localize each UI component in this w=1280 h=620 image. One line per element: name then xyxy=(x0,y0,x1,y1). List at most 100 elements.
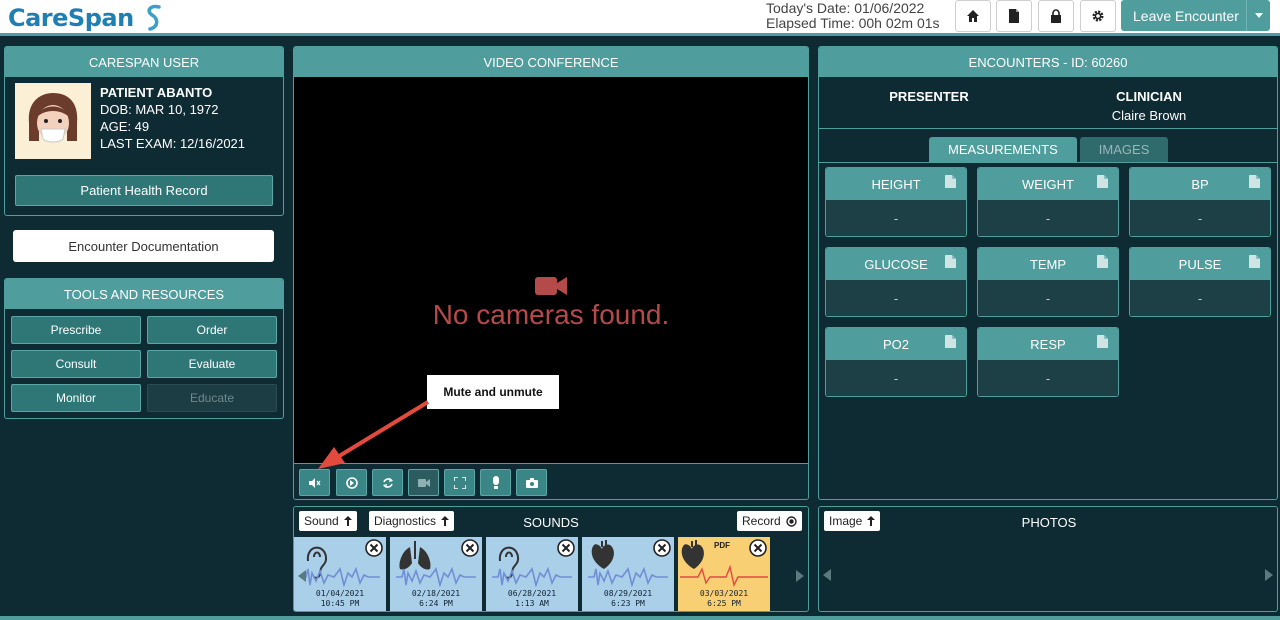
remove-sound-icon[interactable] xyxy=(653,539,671,557)
scroll-left-icon[interactable] xyxy=(298,570,306,582)
tools-resources-panel: TOOLS AND RESOURCES Prescribe Order Cons… xyxy=(4,278,284,419)
logo-text: CareSpan xyxy=(8,4,134,32)
patient-avatar-icon xyxy=(28,93,78,143)
remove-sound-icon[interactable] xyxy=(365,539,383,557)
video-conference-panel: VIDEO CONFERENCE No cameras found. xyxy=(293,46,809,500)
patient-health-record-button[interactable]: Patient Health Record xyxy=(15,175,273,206)
flashlight-button[interactable] xyxy=(480,469,511,496)
sound-item[interactable]: 01/04/2021 10:45 PM xyxy=(294,537,386,611)
snapshot-button[interactable] xyxy=(516,469,547,496)
document-icon xyxy=(945,335,956,348)
measurement-weight[interactable]: WEIGHT - xyxy=(977,167,1119,237)
camera-toggle-button[interactable] xyxy=(408,469,439,496)
sound-date: 08/29/2021 xyxy=(603,589,653,598)
encounter-tabs: MEASUREMENTS IMAGES xyxy=(929,137,1169,162)
document-icon xyxy=(1097,255,1108,268)
tab-measurements[interactable]: MEASUREMENTS xyxy=(929,137,1077,162)
switch-audio-button[interactable] xyxy=(336,469,367,496)
patient-name: PATIENT ABANTO xyxy=(100,85,213,100)
document-icon xyxy=(1249,255,1260,268)
measurement-value: - xyxy=(978,280,1118,316)
sound-item[interactable]: 08/29/2021 6:23 PM xyxy=(582,537,674,611)
upload-sound-button[interactable]: Sound xyxy=(299,511,357,531)
tab-images[interactable]: IMAGES xyxy=(1079,137,1169,162)
sound-item-pdf[interactable]: PDF 03/03/2021 6:25 PM xyxy=(678,537,770,611)
leave-dropdown-toggle[interactable] xyxy=(1246,0,1270,31)
document-icon xyxy=(1097,335,1108,348)
sound-date: 03/03/2021 xyxy=(699,589,749,598)
upload-image-button[interactable]: Image xyxy=(824,511,881,531)
clinician-role: CLINICIAN Claire Brown xyxy=(1079,87,1219,125)
measurement-label: TEMP xyxy=(1029,256,1067,272)
mute-callout-tooltip: Mute and unmute xyxy=(427,375,559,409)
sounds-panel: SOUNDS Sound Diagnostics Record 01/04/20… xyxy=(293,506,809,612)
remove-sound-icon[interactable] xyxy=(749,539,767,557)
remove-sound-icon[interactable] xyxy=(557,539,575,557)
consult-button[interactable]: Consult xyxy=(11,350,141,378)
scroll-left-icon[interactable] xyxy=(823,569,831,581)
photos-panel: PHOTOS Image xyxy=(818,506,1278,612)
record-button[interactable]: Record xyxy=(737,511,802,531)
sound-timestamp: 01/04/2021 10:45 PM xyxy=(294,589,386,609)
measurement-po2[interactable]: PO2 - xyxy=(825,327,967,397)
measurement-resp[interactable]: RESP - xyxy=(977,327,1119,397)
no-camera-message: No cameras found. xyxy=(432,299,670,330)
elapsed-time: Elapsed Time: 00h 02m 01s xyxy=(766,15,940,31)
monitor-button[interactable]: Monitor xyxy=(11,384,141,412)
measurement-bp[interactable]: BP - xyxy=(1129,167,1271,237)
measurement-label: HEIGHT xyxy=(871,176,921,192)
bottom-border xyxy=(0,616,1280,620)
settings-button[interactable] xyxy=(1080,0,1116,32)
today-date: Today's Date: 01/06/2022 xyxy=(766,0,925,16)
tools-grid: Prescribe Order Consult Evaluate Monitor… xyxy=(11,316,277,412)
educate-button: Educate xyxy=(147,384,277,412)
sound-time: 6:25 PM xyxy=(707,599,741,608)
presenter-role: PRESENTER xyxy=(859,87,999,106)
measurement-temp[interactable]: TEMP - xyxy=(977,247,1119,317)
order-button[interactable]: Order xyxy=(147,316,277,344)
clinician-label: CLINICIAN xyxy=(1116,89,1182,104)
measurement-value: - xyxy=(978,360,1118,396)
measurement-pulse[interactable]: PULSE - xyxy=(1129,247,1271,317)
leave-encounter-button[interactable]: Leave Encounter xyxy=(1121,0,1270,31)
measurement-value: - xyxy=(1130,280,1270,316)
measurement-value: - xyxy=(826,280,966,316)
mute-button[interactable] xyxy=(299,469,330,496)
carespan-logo[interactable]: CareSpan xyxy=(8,2,166,34)
scroll-right-icon[interactable] xyxy=(796,570,804,582)
document-button[interactable] xyxy=(996,0,1032,32)
tab-divider xyxy=(819,162,1277,163)
scroll-right-icon[interactable] xyxy=(1265,569,1273,581)
measurement-value: - xyxy=(978,200,1118,236)
sound-timestamp: 08/29/2021 6:23 PM xyxy=(582,589,674,609)
upload-sound-label: Sound xyxy=(304,514,339,528)
document-icon xyxy=(1009,9,1019,23)
refresh-button[interactable] xyxy=(372,469,403,496)
refresh-icon xyxy=(382,477,393,488)
caret-down-icon xyxy=(1254,13,1263,18)
prescribe-button[interactable]: Prescribe xyxy=(11,316,141,344)
document-icon xyxy=(1097,175,1108,188)
document-icon xyxy=(1249,175,1260,188)
lock-button[interactable] xyxy=(1038,0,1074,32)
measurement-glucose[interactable]: GLUCOSE - xyxy=(825,247,967,317)
sound-time: 1:13 AM xyxy=(515,599,549,608)
sound-item[interactable]: 06/28/2021 1:13 AM xyxy=(486,537,578,611)
lock-icon xyxy=(1051,9,1061,23)
remove-sound-icon[interactable] xyxy=(461,539,479,557)
sound-date: 02/18/2021 xyxy=(411,589,461,598)
evaluate-button[interactable]: Evaluate xyxy=(147,350,277,378)
measurement-height[interactable]: HEIGHT - xyxy=(825,167,967,237)
upload-diagnostics-button[interactable]: Diagnostics xyxy=(369,511,455,531)
encounter-documentation-button[interactable]: Encounter Documentation xyxy=(13,230,274,262)
fullscreen-button[interactable] xyxy=(444,469,475,496)
record-label: Record xyxy=(742,514,781,528)
panel-title: CARESPAN USER xyxy=(5,47,283,77)
home-button[interactable] xyxy=(955,0,991,32)
sound-item[interactable]: 02/18/2021 6:24 PM xyxy=(390,537,482,611)
clinician-name: Claire Brown xyxy=(1111,108,1187,123)
sounds-header: SOUNDS Sound Diagnostics Record xyxy=(294,507,808,537)
pdf-badge: PDF xyxy=(714,541,730,550)
measurement-label: GLUCOSE xyxy=(864,256,928,272)
leave-encounter-label: Leave Encounter xyxy=(1133,7,1239,24)
